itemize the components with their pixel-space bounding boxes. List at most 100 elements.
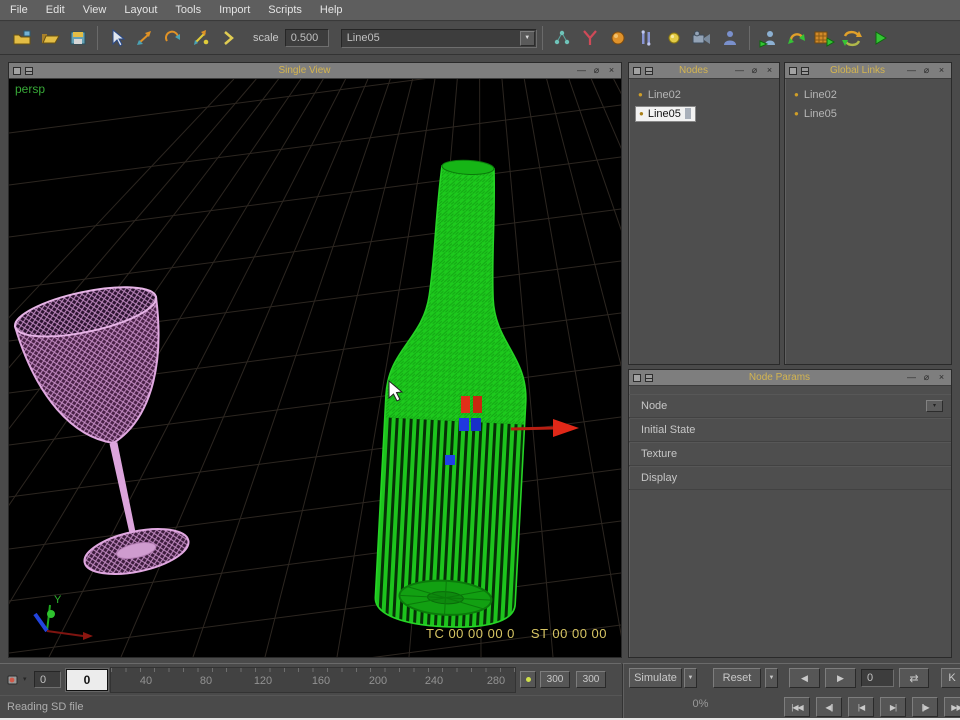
maximize-icon[interactable]: ⌀	[921, 373, 932, 382]
close-icon[interactable]: ×	[606, 66, 617, 75]
simulate-button[interactable]: Simulate	[629, 668, 682, 688]
play-backward-button[interactable]: ◀||	[816, 697, 842, 717]
param-section-initial-state[interactable]: Initial State	[629, 418, 951, 442]
go-to-start-button[interactable]: |◀◀	[784, 697, 810, 717]
maximize-icon[interactable]: ⌀	[921, 66, 932, 75]
maximize-icon[interactable]: ⌀	[591, 66, 602, 75]
key-menu-arrow-icon[interactable]: ▾	[23, 675, 27, 683]
play-forward-button[interactable]: ||▶	[912, 697, 938, 717]
menu-view[interactable]: View	[83, 4, 107, 16]
play-button-toolbar[interactable]	[867, 25, 895, 51]
rotate-tool-button[interactable]	[159, 25, 187, 51]
hierarchy-button[interactable]	[576, 25, 604, 51]
param-section-display[interactable]: Display	[629, 466, 951, 490]
timeline-range-end-field[interactable]: 300	[576, 671, 606, 688]
new-scene-button[interactable]	[8, 25, 36, 51]
keyframe-icon[interactable]	[6, 672, 22, 688]
maximize-icon[interactable]: ⌀	[749, 66, 760, 75]
bottle-model[interactable]	[374, 157, 538, 631]
link-list-item[interactable]: ● Line02	[785, 85, 951, 104]
schematic-view-button[interactable]	[548, 25, 576, 51]
menu-layout[interactable]: Layout	[124, 4, 157, 16]
scale-value-field[interactable]: 0.500	[284, 29, 329, 47]
window-mode-icon[interactable]	[13, 66, 21, 75]
move-tool-button[interactable]	[131, 25, 159, 51]
simulation-loop-button[interactable]	[783, 25, 811, 51]
convert-button[interactable]	[839, 25, 867, 51]
primitive-sphere-button[interactable]	[604, 25, 632, 51]
param-section-node[interactable]: Node ▾	[629, 394, 951, 418]
close-icon[interactable]: ×	[936, 373, 947, 382]
nodes-titlebar[interactable]: Nodes — ⌀ ×	[629, 63, 779, 79]
node-rename-field[interactable]: ● Line05	[635, 105, 696, 122]
window-mode-icon[interactable]	[789, 66, 797, 75]
open-scene-button[interactable]	[36, 25, 64, 51]
timeline-start-field[interactable]: 0	[34, 671, 61, 688]
previous-frame-button[interactable]: |◀	[848, 697, 874, 717]
close-icon[interactable]: ×	[936, 66, 947, 75]
key-button[interactable]: K	[941, 668, 960, 688]
wine-glass-model[interactable]	[11, 277, 211, 586]
select-tool-button[interactable]	[103, 25, 131, 51]
layout-grid-icon[interactable]	[645, 66, 653, 75]
light-button[interactable]	[660, 25, 688, 51]
layout-grid-icon[interactable]	[801, 66, 809, 75]
menu-scripts[interactable]: Scripts	[268, 4, 302, 16]
global-links-panel: Global Links — ⌀ × ● Line02 ● Line05	[784, 62, 952, 365]
window-mode-icon[interactable]	[633, 66, 641, 75]
minimize-icon[interactable]: —	[906, 373, 917, 382]
node-params-titlebar[interactable]: Node Params — ⌀ ×	[629, 370, 951, 386]
minimize-icon[interactable]: —	[906, 66, 917, 75]
simulate-dropdown-icon[interactable]: ▼	[684, 668, 697, 688]
reset-button[interactable]: Reset	[713, 668, 761, 688]
chevron-down-icon[interactable]: ▼	[519, 30, 535, 46]
timeline-end-field[interactable]: 300	[540, 671, 570, 688]
minimize-icon[interactable]: —	[576, 66, 587, 75]
next-frame-button[interactable]: ▶|	[880, 697, 906, 717]
tag-tool-button[interactable]	[215, 25, 243, 51]
menu-import[interactable]: Import	[219, 4, 250, 16]
node-params-panel: Node Params — ⌀ × Node ▾ Initial State T…	[628, 369, 952, 658]
frame-ruler[interactable]: 40 80 120 160 200 240 280	[110, 667, 516, 693]
layout-grid-icon[interactable]	[25, 66, 33, 75]
go-to-end-button[interactable]: ▶▶|	[944, 697, 960, 717]
range-marker-button[interactable]	[520, 671, 536, 688]
step-forward-button[interactable]: ▶	[825, 668, 856, 688]
transport-frame-field[interactable]: 0	[861, 669, 894, 687]
layout-grid-icon[interactable]	[645, 373, 653, 382]
constraint-button[interactable]	[632, 25, 660, 51]
menu-edit[interactable]: Edit	[46, 4, 65, 16]
node-selector-dropdown[interactable]: Line05 ▼	[340, 28, 537, 48]
node-rename-value: Line05	[647, 107, 681, 120]
step-back-button[interactable]: ◀	[789, 668, 820, 688]
actor-button[interactable]	[716, 25, 744, 51]
playhead-current-frame[interactable]: 0	[66, 669, 108, 691]
global-links-titlebar[interactable]: Global Links — ⌀ ×	[785, 63, 951, 79]
ruler-tick-120: 120	[253, 675, 273, 687]
save-scene-button[interactable]	[64, 25, 92, 51]
camera-button[interactable]	[688, 25, 716, 51]
menu-help[interactable]: Help	[320, 4, 343, 16]
collapse-arrow-icon[interactable]: ▾	[926, 399, 943, 412]
refresh-actor-button[interactable]	[755, 25, 783, 51]
viewport-3d-canvas[interactable]: Y persp TC 00 00 00 0 ST 00 00 00	[9, 79, 621, 657]
window-mode-icon[interactable]	[633, 373, 641, 382]
node-list-item-editing[interactable]: ● Line05	[629, 104, 779, 123]
menu-file[interactable]: File	[10, 4, 28, 16]
param-label: Display	[641, 471, 678, 484]
reset-dropdown-icon[interactable]: ▼	[765, 668, 778, 688]
plot-button[interactable]	[811, 25, 839, 51]
camera-label[interactable]: persp	[15, 82, 45, 96]
toolbar-separator	[97, 26, 98, 50]
ruler-tick-280: 280	[486, 675, 506, 687]
minimize-icon[interactable]: —	[734, 66, 745, 75]
viewport-titlebar[interactable]: Single View — ⌀ ×	[9, 63, 621, 79]
open-folder-icon	[41, 34, 60, 44]
scale-tool-button[interactable]	[187, 25, 215, 51]
menu-tools[interactable]: Tools	[175, 4, 201, 16]
link-list-item[interactable]: ● Line05	[785, 104, 951, 123]
node-list-item[interactable]: ● Line02	[629, 85, 779, 104]
close-icon[interactable]: ×	[764, 66, 775, 75]
loop-toggle-button[interactable]: ⇄	[899, 668, 929, 688]
param-section-texture[interactable]: Texture	[629, 442, 951, 466]
